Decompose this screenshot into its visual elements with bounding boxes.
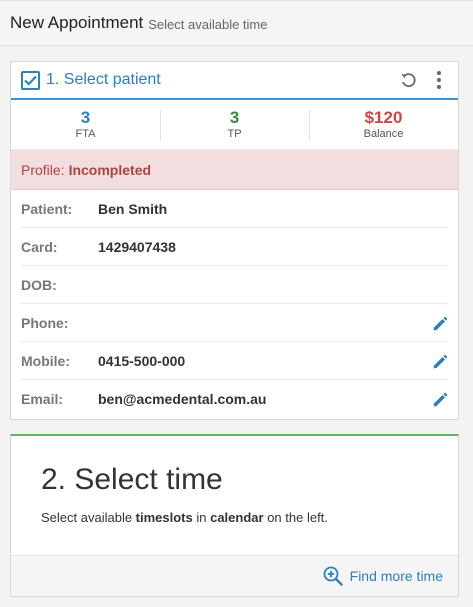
panel-header: New Appointment Select available time <box>0 0 473 46</box>
profile-status-value: Incompleted <box>68 161 152 178</box>
phone-row: Phone: <box>21 304 448 342</box>
select-time-card: 2. Select time Select available timeslot… <box>10 434 459 597</box>
patient-stats: 3 FTA 3 TP $120 Balance <box>11 100 458 150</box>
page-title: New Appointment <box>10 13 144 32</box>
dob-row: DOB: <box>21 266 448 304</box>
stat-fta: 3 FTA <box>11 100 160 149</box>
select-time-footer: Find more time <box>11 555 458 596</box>
edit-mobile-pencil-icon[interactable] <box>432 354 448 370</box>
zoom-in-icon <box>323 566 343 586</box>
instruction-text-3: on the left. <box>263 510 328 525</box>
stat-balance-value: $120 <box>364 108 403 127</box>
stat-fta-value: 3 <box>80 108 91 127</box>
mobile-value: 0415-500-000 <box>98 352 186 369</box>
stat-tp-label: TP <box>227 128 242 140</box>
email-value: ben@acmedental.com.au <box>98 391 267 407</box>
find-more-time-label: Find more time <box>349 568 443 584</box>
checkbox-checked-icon[interactable] <box>21 70 40 90</box>
page-subtitle: Select available time <box>148 17 268 32</box>
select-patient-card: 1. Select patient 3 FTA 3 TP $120 Balanc… <box>10 61 459 420</box>
stat-tp: 3 TP <box>160 100 309 149</box>
phone-label: Phone: <box>21 314 69 331</box>
mobile-label: Mobile: <box>21 352 70 369</box>
email-label: Email: <box>21 391 64 407</box>
select-patient-title[interactable]: 1. Select patient <box>46 71 161 89</box>
dob-label: DOB: <box>21 276 57 293</box>
edit-email-pencil-icon[interactable] <box>432 392 448 408</box>
find-more-time-button[interactable]: Find more time <box>323 566 443 586</box>
patient-label: Patient: <box>21 200 73 217</box>
select-patient-header: 1. Select patient <box>11 62 458 100</box>
card-label: Card: <box>21 238 58 255</box>
instruction-timeslots: timeslots <box>135 510 193 525</box>
select-time-title: 2. Select time <box>41 463 223 496</box>
card-value: 1429407438 <box>98 238 176 255</box>
email-row: Email: ben@acmedental.com.au <box>21 380 448 418</box>
stat-balance-label: Balance <box>363 128 404 140</box>
more-options-icon[interactable] <box>434 70 444 90</box>
instruction-calendar: calendar <box>210 510 264 525</box>
stat-balance: $120 Balance <box>309 100 458 149</box>
patient-value: Ben Smith <box>98 200 168 217</box>
stat-fta-label: FTA <box>75 128 96 140</box>
mobile-row: Mobile: 0415-500-000 <box>21 342 448 380</box>
patient-name-row: Patient: Ben Smith <box>21 190 448 228</box>
edit-phone-pencil-icon[interactable] <box>432 316 448 332</box>
undo-icon[interactable] <box>398 70 418 90</box>
select-time-instruction: Select available timeslots in calendar o… <box>41 510 328 525</box>
instruction-text-2: in <box>192 510 211 525</box>
profile-status-alert: Profile: Incompleted <box>11 150 458 190</box>
stat-tp-value: 3 <box>229 108 240 127</box>
profile-status-label: Profile: <box>21 161 65 178</box>
instruction-text-1: Select available <box>41 510 136 525</box>
card-number-row: Card: 1429407438 <box>21 228 448 266</box>
